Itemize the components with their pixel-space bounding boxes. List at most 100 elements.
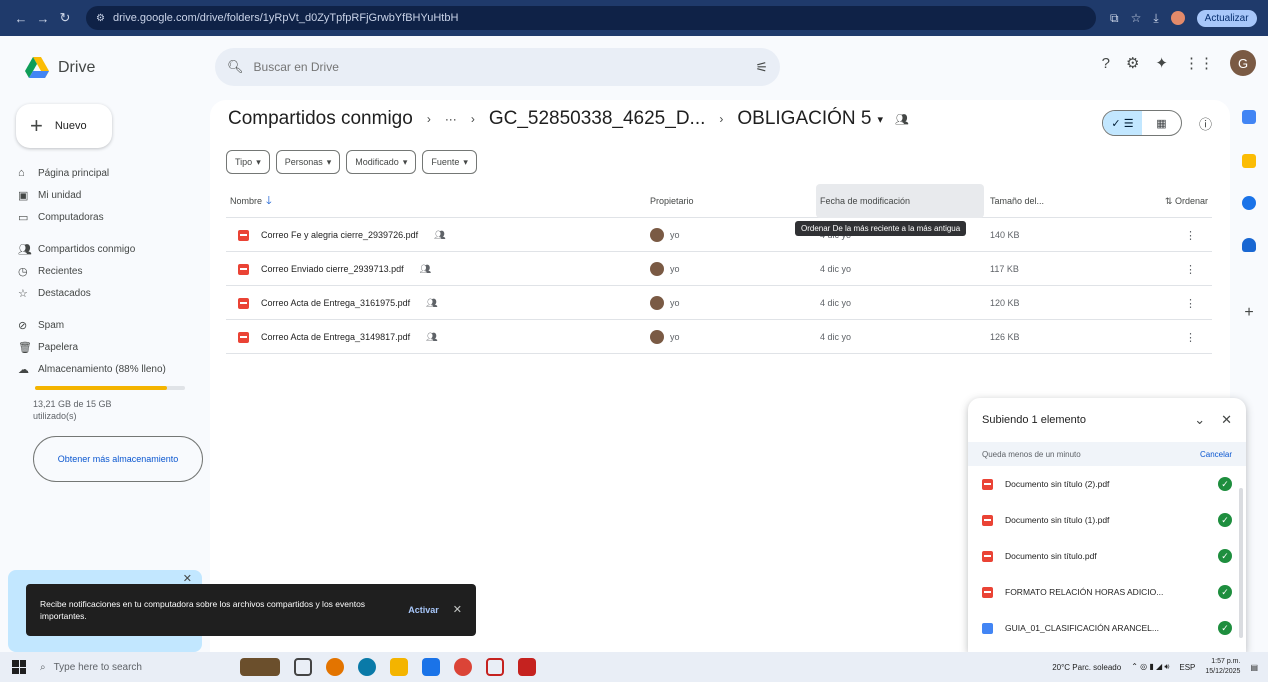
sort-options-button[interactable]: ⇅ Ordenar bbox=[1165, 184, 1208, 218]
contacts-icon[interactable] bbox=[1242, 238, 1256, 252]
add-addon-icon[interactable]: + bbox=[1242, 305, 1256, 321]
more-actions-icon[interactable]: ⋮ bbox=[1185, 320, 1196, 354]
input-language[interactable]: ESP bbox=[1179, 663, 1195, 672]
get-more-storage-button[interactable]: Obtener más almacenamiento bbox=[33, 436, 203, 482]
chevron-down-icon[interactable]: ▾ bbox=[877, 113, 883, 126]
help-icon[interactable]: ? bbox=[1102, 55, 1110, 72]
drive-logo[interactable]: Drive bbox=[24, 56, 214, 80]
store-icon[interactable] bbox=[422, 658, 440, 676]
edge-browser-icon[interactable] bbox=[358, 658, 376, 676]
upload-item[interactable]: FORMATO RELACIÓN HORAS ADICIO... ✓ bbox=[968, 574, 1246, 610]
breadcrumb-more[interactable]: ··· bbox=[445, 112, 457, 126]
calendar-icon[interactable] bbox=[1242, 110, 1256, 124]
check-circle-icon: ✓ bbox=[1218, 585, 1232, 599]
search-input[interactable] bbox=[253, 60, 756, 74]
grid-view-icon[interactable]: ▦ bbox=[1142, 111, 1181, 135]
download-icon[interactable]: ⤓ bbox=[1153, 11, 1158, 26]
keep-icon[interactable] bbox=[1242, 154, 1256, 168]
browser-update-button[interactable]: Actualizar bbox=[1196, 9, 1257, 27]
file-name[interactable]: Correo Acta de Entrega_3161975.pdf bbox=[261, 298, 410, 308]
system-clock[interactable]: 1:57 p.m. 15/12/2025 bbox=[1205, 657, 1240, 677]
file-name[interactable]: Correo Fe y alegria cierre_2939726.pdf bbox=[261, 230, 418, 240]
chip-label: Fuente bbox=[431, 157, 460, 167]
search-bar[interactable]: 🔍︎ ⚟ bbox=[215, 48, 780, 86]
chrome-icon[interactable] bbox=[454, 658, 472, 676]
sidebar-item-computers[interactable]: ▭ Computadoras bbox=[0, 206, 210, 228]
sidebar-item-starred[interactable]: ☆ Destacados bbox=[0, 282, 210, 304]
filter-chip-type[interactable]: Tipo ▾ bbox=[226, 150, 270, 174]
back-icon[interactable]: ← bbox=[10, 11, 32, 26]
taskbar-search-placeholder: Type here to search bbox=[53, 661, 142, 673]
activate-notifications-button[interactable]: Activar bbox=[408, 604, 439, 616]
column-header-modified[interactable]: Fecha de modificación bbox=[816, 184, 984, 218]
breadcrumb-middle[interactable]: GC_52850338_4625_D... bbox=[489, 108, 706, 130]
taskbar-search[interactable]: ⌕ Type here to search bbox=[40, 656, 190, 678]
weather-status[interactable]: 20°C Parc. soleado bbox=[1052, 663, 1121, 672]
filter-chips: Tipo ▾ Personas ▾ Modificado ▾ Fuente ▾ bbox=[226, 150, 477, 174]
storage-progress-fill bbox=[35, 386, 167, 390]
search-icon[interactable]: 🔍︎ bbox=[227, 59, 244, 75]
chevron-down-icon[interactable]: ⌄ bbox=[1194, 412, 1205, 428]
filter-chip-source[interactable]: Fuente ▾ bbox=[422, 150, 477, 174]
file-explorer-icon[interactable] bbox=[390, 658, 408, 676]
tray-icons[interactable]: ⌃ ◎ ▮ ◢ 🔊︎ bbox=[1131, 662, 1169, 672]
sort-arrow-down-icon[interactable]: 🡓 bbox=[266, 192, 272, 211]
notification-message: Recibe notificaciones en tu computadora … bbox=[40, 599, 366, 621]
list-view-icon[interactable]: ✓ ☰ bbox=[1103, 111, 1142, 135]
sidebar-item-storage[interactable]: ☁ Almacenamiento (88% lleno) bbox=[0, 358, 210, 380]
forward-icon[interactable]: → bbox=[32, 11, 54, 26]
close-icon[interactable]: ✕ bbox=[453, 604, 462, 616]
table-row[interactable]: Correo Acta de Entrega_3149817.pdf 👥︎ yo … bbox=[226, 320, 1212, 354]
extensions-icon[interactable]: ⧉ bbox=[1110, 11, 1119, 26]
bookmark-star-icon[interactable]: ☆ bbox=[1131, 11, 1142, 25]
more-actions-icon[interactable]: ⋮ bbox=[1185, 286, 1196, 320]
file-name[interactable]: Correo Acta de Entrega_3149817.pdf bbox=[261, 332, 410, 342]
filter-chip-modified[interactable]: Modificado ▾ bbox=[346, 150, 417, 174]
reload-icon[interactable]: ↻ bbox=[54, 10, 76, 26]
account-avatar[interactable]: G bbox=[1230, 50, 1256, 76]
notifications-icon[interactable]: ▤ bbox=[1250, 663, 1258, 672]
sidebar-item-recent[interactable]: ◷ Recientes bbox=[0, 260, 210, 282]
upload-item[interactable]: Documento sin título (1).pdf ✓ bbox=[968, 502, 1246, 538]
sidebar-item-home[interactable]: ⌂ Página principal bbox=[0, 162, 210, 184]
more-actions-icon[interactable]: ⋮ bbox=[1185, 252, 1196, 286]
sidebar-item-label: Papelera bbox=[38, 341, 79, 353]
column-header-name[interactable]: Nombre 🡓 bbox=[230, 184, 272, 218]
breadcrumb-current[interactable]: OBLIGACIÓN 5 bbox=[737, 108, 871, 130]
sidebar-item-shared[interactable]: 👥︎ Compartidos conmigo bbox=[0, 238, 210, 260]
file-name[interactable]: Correo Enviado cierre_2939713.pdf bbox=[261, 264, 404, 274]
browser-profile-avatar[interactable] bbox=[1170, 11, 1185, 25]
shared-icon: 👥︎ bbox=[426, 331, 438, 342]
upload-scrollbar[interactable] bbox=[1239, 488, 1243, 638]
sidebar-item-trash[interactable]: 🗑︎ Papelera bbox=[0, 336, 210, 358]
windows-start-icon[interactable] bbox=[12, 660, 26, 674]
tasks-icon[interactable] bbox=[1242, 196, 1256, 210]
gemini-sparkle-icon[interactable]: ✦ bbox=[1155, 54, 1168, 72]
info-icon[interactable]: ⓘ bbox=[1199, 114, 1212, 133]
apps-grid-icon[interactable]: ⋮⋮ bbox=[1184, 54, 1214, 72]
settings-gear-icon[interactable]: ⚙ bbox=[1126, 54, 1139, 72]
weather-widget-icon[interactable] bbox=[240, 658, 280, 676]
site-info-icon[interactable]: ⚙ bbox=[96, 13, 105, 24]
column-header-size[interactable]: Tamaño del... bbox=[990, 184, 1044, 218]
filter-chip-people[interactable]: Personas ▾ bbox=[275, 150, 341, 174]
task-view-icon[interactable] bbox=[294, 658, 312, 676]
acrobat-icon[interactable] bbox=[518, 658, 536, 676]
search-options-icon[interactable]: ⚟ bbox=[755, 59, 768, 76]
upload-item[interactable]: Documento sin título.pdf ✓ bbox=[968, 538, 1246, 574]
table-row[interactable]: Correo Acta de Entrega_3161975.pdf 👥︎ yo … bbox=[226, 286, 1212, 320]
table-row[interactable]: Correo Enviado cierre_2939713.pdf 👥︎ yo 4… bbox=[226, 252, 1212, 286]
table-row[interactable]: Correo Fe y alegria cierre_2939726.pdf 👥︎… bbox=[226, 218, 1212, 252]
cancel-upload-button[interactable]: Cancelar bbox=[1200, 450, 1232, 459]
app-icon[interactable] bbox=[326, 658, 344, 676]
address-bar[interactable]: ⚙ drive.google.com/drive/folders/1yRpVt_… bbox=[86, 6, 1096, 30]
sidebar-item-spam[interactable]: ⊘ Spam bbox=[0, 314, 210, 336]
sidebar-item-my-drive[interactable]: ▣ Mi unidad bbox=[0, 184, 210, 206]
upload-item[interactable]: Documento sin título (2).pdf ✓ bbox=[968, 466, 1246, 502]
upload-item[interactable]: GUIA_01_CLASIFICACIÓN ARANCEL... ✓ bbox=[968, 610, 1246, 646]
close-icon[interactable]: ✕ bbox=[1221, 412, 1232, 428]
more-actions-icon[interactable]: ⋮ bbox=[1185, 218, 1196, 252]
mail-icon[interactable] bbox=[486, 658, 504, 676]
breadcrumb-root[interactable]: Compartidos conmigo bbox=[228, 108, 413, 130]
new-button[interactable]: + Nuevo bbox=[16, 104, 112, 148]
